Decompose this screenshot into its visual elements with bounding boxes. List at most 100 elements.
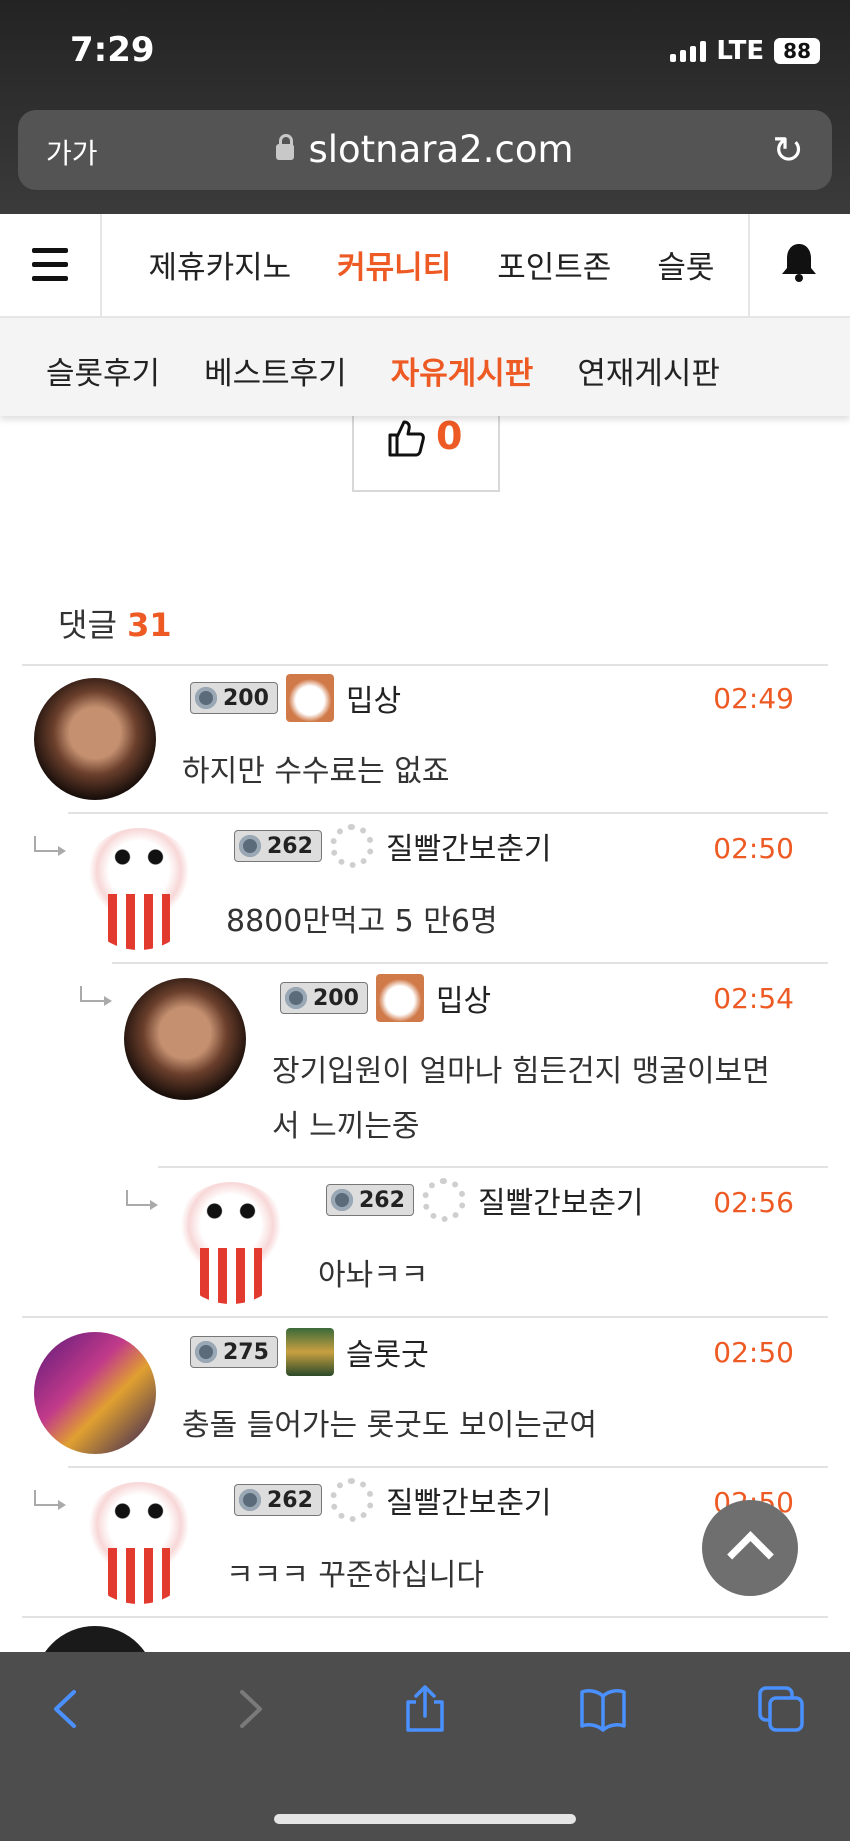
nav-item-prev[interactable]: 인 [102, 242, 103, 287]
hamburger-icon-line [32, 276, 68, 281]
network-type: LTE [716, 36, 765, 66]
level-icon [195, 687, 217, 709]
loading-badge-icon [329, 1478, 374, 1522]
reload-icon[interactable]: ↻ [772, 128, 804, 172]
nav-item-points[interactable]: 포인트존 [497, 242, 611, 287]
comment-item: 200 밉상 02:54 장기입원이 얼마나 힘든건지 맹굴이보면 서 느끼는중 [124, 968, 794, 1168]
url-text: slotnara2.com [308, 128, 574, 171]
battery-icon: 88 [774, 38, 820, 64]
divider [112, 962, 828, 964]
nickname[interactable]: 슬롯굿 [346, 1330, 429, 1374]
user-badge-icon [285, 1328, 334, 1376]
comment-time: 02:50 [713, 1336, 794, 1369]
nickname[interactable]: 질빨간보춘기 [478, 1178, 644, 1222]
subnav-free-board[interactable]: 자유게시판 [391, 348, 534, 393]
browser-toolbar [0, 1652, 850, 1841]
comment-text: 하지만 수수료는 없죠 [182, 754, 450, 789]
reply-arrow-icon [80, 986, 112, 1006]
comment-time: 02:54 [713, 982, 794, 1015]
main-nav: 인 제휴카지노 커뮤니티 포인트존 슬롯 [0, 214, 850, 318]
lock-icon [276, 134, 295, 160]
level-value: 275 [223, 1339, 269, 1365]
avatar[interactable] [78, 828, 200, 950]
divider [22, 1316, 828, 1318]
like-count: 0 [436, 414, 463, 458]
level-badge: 262 [326, 1184, 414, 1216]
level-value: 200 [223, 685, 269, 711]
level-badge: 262 [234, 1484, 322, 1516]
comment-meta: 262 질빨간보춘기 [234, 824, 552, 868]
level-badge: 275 [190, 1336, 278, 1368]
comments-label: 댓글 [58, 606, 117, 644]
reply-arrow-icon [126, 1190, 158, 1210]
status-time: 7:29 [70, 30, 155, 70]
bell-icon [782, 244, 816, 282]
bookmarks-icon[interactable] [578, 1684, 628, 1734]
nav-scroller[interactable]: 인 제휴카지노 커뮤니티 포인트존 슬롯 [102, 214, 748, 316]
comment-time: 02:50 [713, 832, 794, 865]
scroll-top-button[interactable] [702, 1500, 798, 1596]
hamburger-icon [32, 248, 68, 253]
level-value: 262 [267, 833, 313, 859]
comments-count: 31 [127, 606, 172, 644]
menu-button[interactable] [0, 214, 102, 316]
comment-meta: 262 질빨간보춘기 [326, 1178, 644, 1222]
comment-text-line: 서 느끼는중 [272, 1109, 420, 1144]
nickname[interactable]: 질빨간보춘기 [386, 824, 552, 868]
comment-text: ㅋㅋㅋ 꾸준하십니다 [226, 1558, 484, 1593]
home-indicator [274, 1814, 576, 1824]
loading-badge-icon [329, 824, 374, 868]
nav-item-casino[interactable]: 제휴카지노 [149, 242, 292, 287]
comment-meta: 262 질빨간보춘기 [234, 1478, 552, 1522]
signal-icon [670, 40, 707, 62]
subnav-best-review[interactable]: 베스트후기 [204, 348, 347, 393]
comment-item: 275 슬롯굿 02:50 충돌 들어가는 롯굿도 보이는군여 [34, 1322, 794, 1472]
level-icon [331, 1189, 353, 1211]
comments-header: 댓글 31 [58, 600, 172, 646]
divider [68, 1466, 828, 1468]
comment-meta: 200 밉상 [280, 974, 491, 1022]
comment-text: 장기입원이 얼마나 힘든건지 맹굴이보면 서 느끼는중 [272, 1044, 770, 1154]
subnav-serial-board[interactable]: 연재게시판 [577, 348, 720, 393]
sub-nav: 슬롯후기 베스트후기 자유게시판 연재게시판 [0, 318, 850, 416]
nav-item-community[interactable]: 커뮤니티 [337, 242, 451, 287]
divider [22, 1616, 828, 1618]
tabs-icon[interactable] [756, 1684, 806, 1734]
comment-item: 200 밉상 02:49 하지만 수수료는 없죠 [34, 668, 794, 818]
comment-text-line: 장기입원이 얼마나 힘든건지 맹굴이보면 [272, 1054, 770, 1089]
avatar[interactable] [34, 678, 156, 800]
reply-arrow-icon [34, 1490, 66, 1510]
level-value: 262 [267, 1487, 313, 1513]
avatar[interactable] [170, 1182, 292, 1304]
avatar[interactable] [78, 1482, 200, 1604]
back-icon[interactable] [42, 1684, 92, 1734]
forward-icon[interactable] [224, 1684, 274, 1734]
share-icon[interactable] [400, 1684, 450, 1734]
comment-item: 262 질빨간보춘기 02:56 아놔ㅋㅋ [170, 1172, 794, 1322]
comment-item: 262 질빨간보춘기 02:50 ㅋㅋㅋ 꾸준하십니다 [78, 1472, 794, 1622]
nickname[interactable]: 밉상 [436, 976, 491, 1020]
loading-badge-icon [421, 1178, 466, 1222]
nickname[interactable]: 밉상 [346, 676, 401, 720]
reply-arrow-icon [34, 836, 66, 856]
thumbs-up-icon [388, 420, 425, 457]
avatar[interactable] [124, 978, 246, 1100]
status-indicators: LTE 88 [670, 36, 820, 66]
notification-button[interactable] [748, 214, 850, 316]
divider [158, 1166, 828, 1168]
nav-item-slot[interactable]: 슬롯 [657, 242, 714, 287]
divider [68, 812, 828, 814]
url-display[interactable]: slotnara2.com [18, 128, 832, 171]
level-icon [239, 835, 261, 857]
hamburger-icon-line [32, 262, 68, 267]
address-bar[interactable]: 가가 slotnara2.com ↻ [18, 110, 832, 190]
comment-item: 262 질빨간보춘기 02:50 8800만먹고 5 만6명 [78, 818, 794, 968]
level-badge: 200 [190, 682, 278, 714]
browser-chrome: 7:29 LTE 88 가가 slotnara2.com ↻ [0, 0, 850, 214]
comment-meta: 200 밉상 [190, 674, 401, 722]
divider [22, 664, 828, 666]
user-badge-icon [285, 674, 334, 722]
subnav-slot-review[interactable]: 슬롯후기 [46, 348, 160, 393]
avatar[interactable] [34, 1332, 156, 1454]
nickname[interactable]: 질빨간보춘기 [386, 1478, 552, 1522]
